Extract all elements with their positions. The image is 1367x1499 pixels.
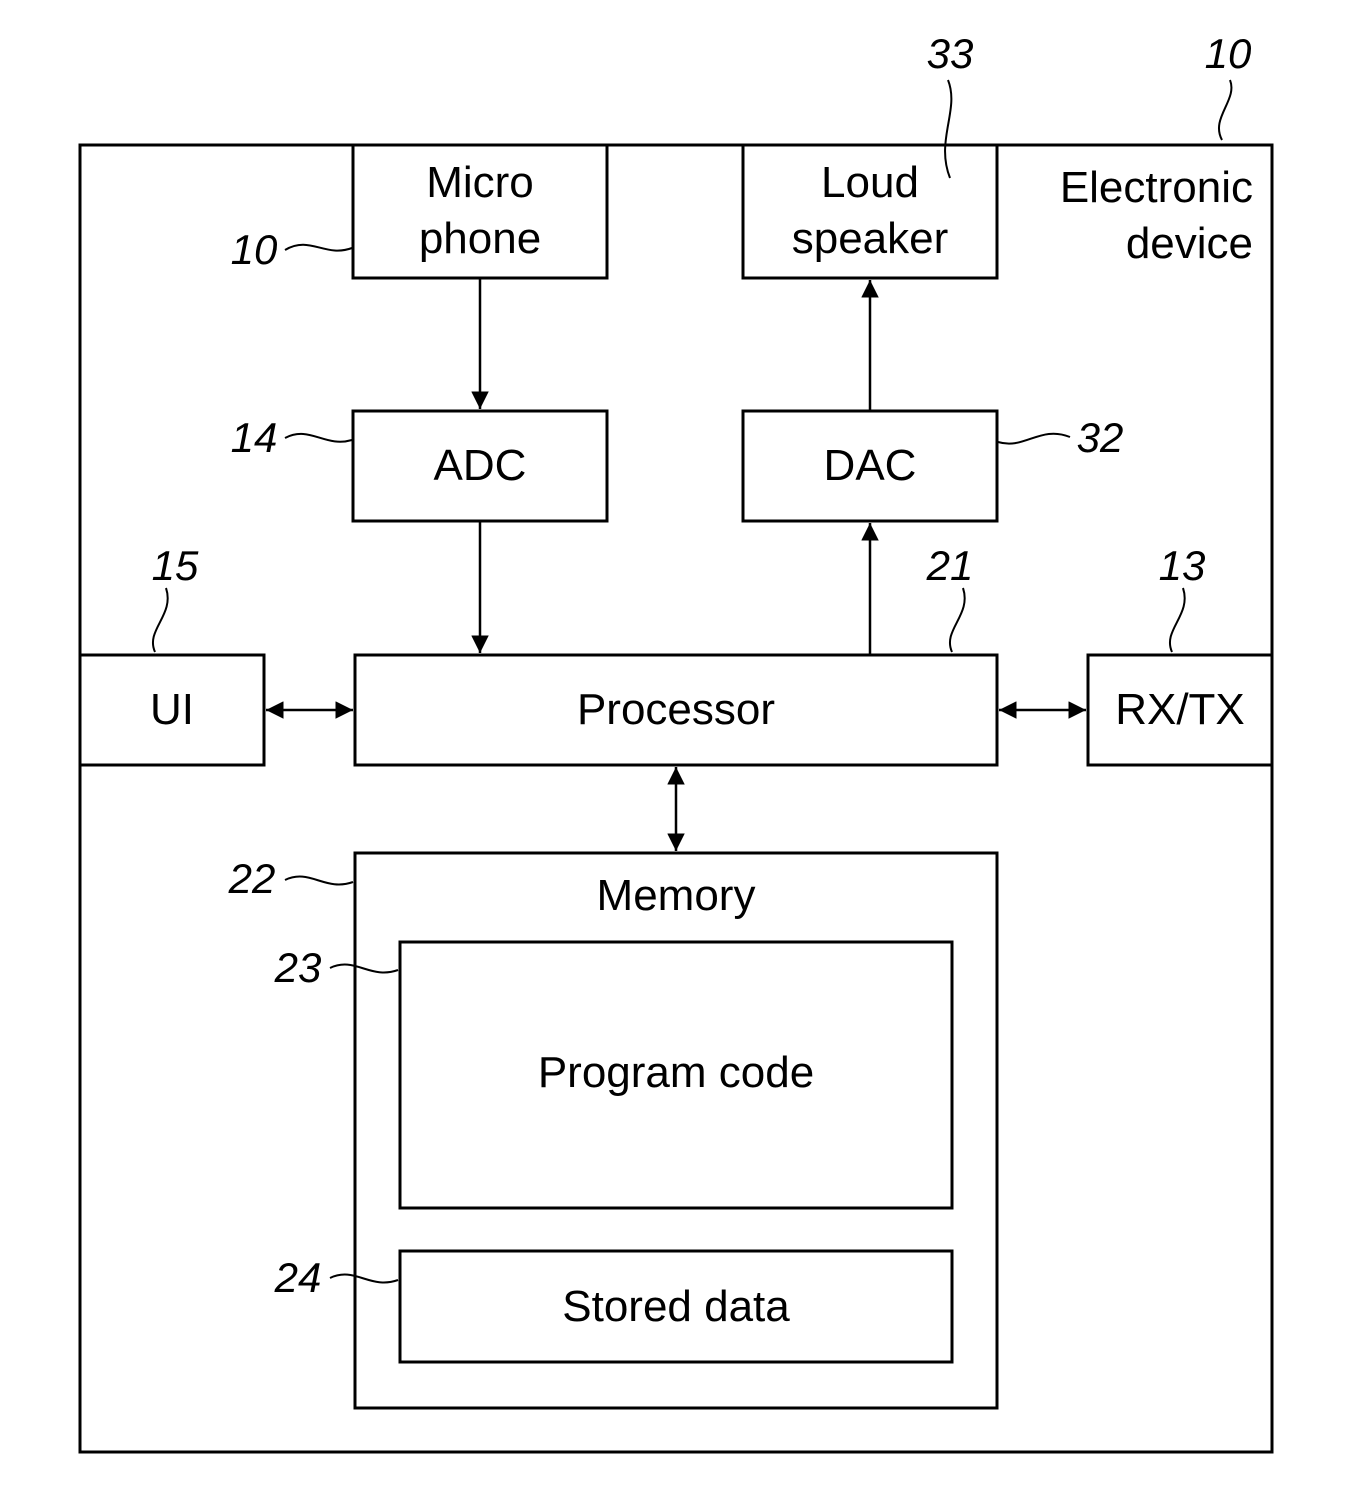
rxtx-label: RX/TX [1115,685,1245,734]
processor-ref-numeral: 21 [926,542,974,589]
device-label-line1: Electronic [1060,163,1253,212]
dac-ref-numeral: 32 [1077,414,1124,461]
block-diagram: Electronic device 10 Micro phone 10 Loud… [78,30,1274,1454]
loudspeaker-ref-numeral: 33 [927,30,974,77]
adc-label: ADC [434,441,527,490]
memory-ref-numeral: 22 [228,855,276,902]
stored-data-label: Stored data [562,1282,790,1331]
dac-label: DAC [824,441,917,490]
stored-data-ref-numeral: 24 [274,1254,322,1301]
device-ref-numeral: 10 [1205,30,1252,77]
processor-label: Processor [577,685,775,734]
ui-label: UI [150,685,194,734]
microphone-ref-numeral: 10 [231,226,278,273]
program-code-label: Program code [538,1048,814,1097]
microphone-label-line1: Micro [426,158,534,207]
program-code-ref-numeral: 23 [274,944,322,991]
adc-ref-numeral: 14 [231,414,278,461]
ui-ref-numeral: 15 [152,542,199,589]
loudspeaker-block: Loud speaker 33 [741,30,999,280]
device-label-line2: device [1126,219,1253,268]
memory-label: Memory [597,871,756,920]
microphone-label-line2: phone [419,214,541,263]
loudspeaker-label-line2: speaker [792,214,949,263]
rxtx-ref-numeral: 13 [1159,542,1206,589]
device-leader-line [1218,79,1233,141]
loudspeaker-label-line1: Loud [821,158,919,207]
